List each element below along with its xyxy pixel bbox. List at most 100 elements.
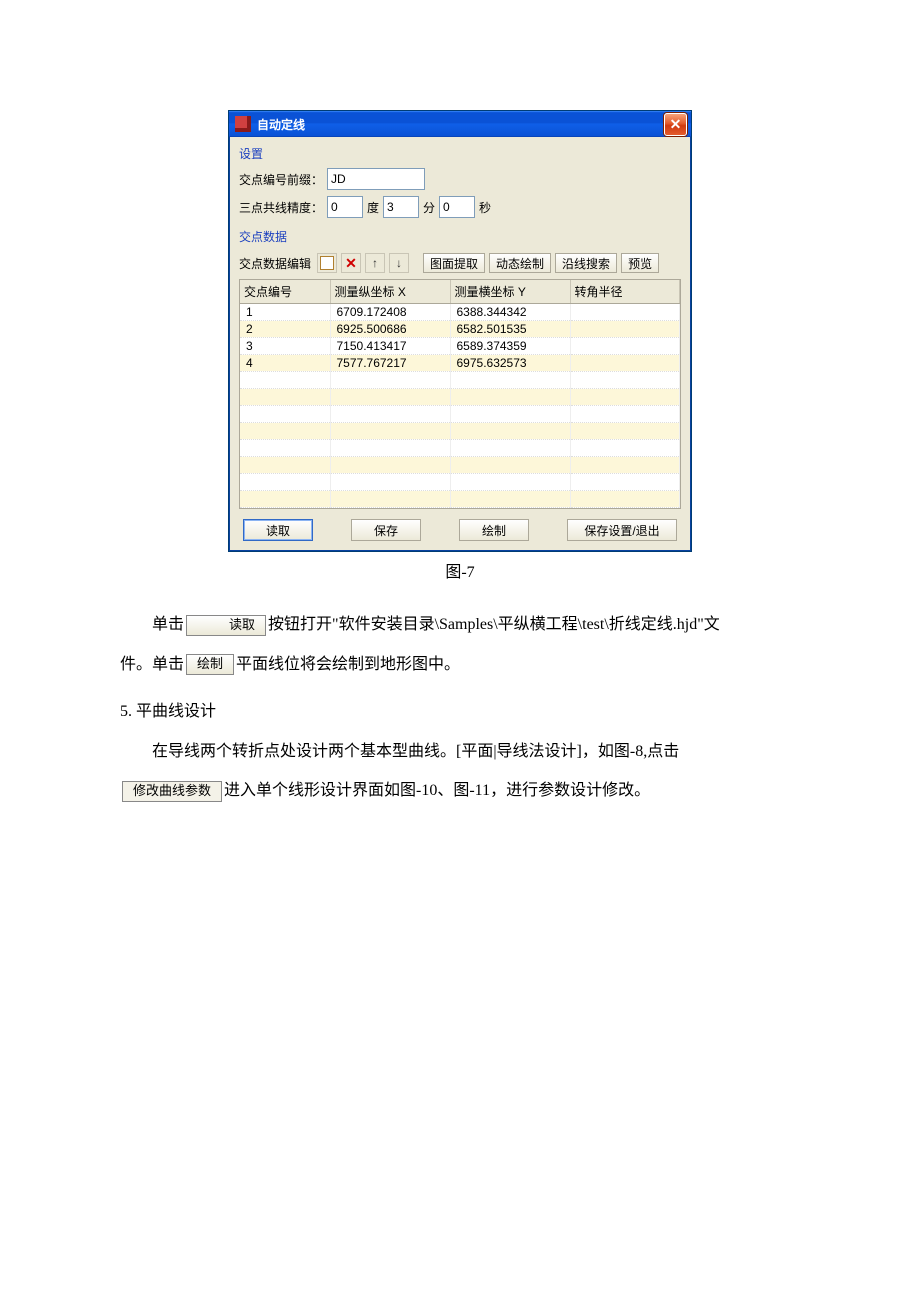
table-cell[interactable]: 6582.501535	[450, 321, 570, 338]
section-heading: 5. 平曲线设计	[120, 695, 800, 729]
document-body: 单击读取按钮打开"软件安装目录\Samples\平纵横工程\test\折线定线.…	[120, 608, 800, 808]
table-row[interactable]	[240, 372, 680, 389]
table-cell[interactable]	[570, 474, 680, 491]
move-up-button[interactable]: ↑	[365, 253, 385, 273]
table-cell[interactable]	[330, 406, 450, 423]
preview-button[interactable]: 预览	[621, 253, 659, 273]
table-cell[interactable]	[570, 457, 680, 474]
table-cell[interactable]	[450, 508, 570, 510]
table-cell[interactable]: 6388.344342	[450, 304, 570, 321]
table-cell[interactable]	[330, 508, 450, 510]
table-row[interactable]	[240, 389, 680, 406]
table-cell[interactable]: 3	[240, 338, 330, 355]
table-cell[interactable]	[570, 440, 680, 457]
table-row[interactable]	[240, 474, 680, 491]
table-row[interactable]	[240, 491, 680, 508]
col-x[interactable]: 测量纵坐标 X	[330, 280, 450, 304]
table-cell[interactable]: 6925.500686	[330, 321, 450, 338]
text: 单击	[152, 616, 184, 633]
table-cell[interactable]	[450, 474, 570, 491]
table-cell[interactable]	[330, 474, 450, 491]
read-button[interactable]: 读取	[243, 519, 313, 541]
table-cell[interactable]	[330, 440, 450, 457]
app-icon	[235, 116, 251, 132]
table-row[interactable]	[240, 423, 680, 440]
table-row[interactable]: 26925.5006866582.501535	[240, 321, 680, 338]
table-cell[interactable]	[570, 491, 680, 508]
table-cell[interactable]	[240, 440, 330, 457]
table-cell[interactable]	[240, 474, 330, 491]
prefix-input[interactable]	[327, 168, 425, 190]
table-row[interactable]: 37150.4134176589.374359	[240, 338, 680, 355]
table-cell[interactable]	[450, 406, 570, 423]
minute-input[interactable]	[383, 196, 419, 218]
close-button[interactable]: ✕	[664, 113, 687, 136]
arrow-up-icon: ↑	[372, 256, 378, 270]
table-cell[interactable]	[330, 423, 450, 440]
delete-row-button[interactable]: ✕	[341, 253, 361, 273]
table-cell[interactable]	[570, 321, 680, 338]
table-cell[interactable]	[450, 389, 570, 406]
table-cell[interactable]	[570, 355, 680, 372]
table-cell[interactable]	[570, 338, 680, 355]
col-y[interactable]: 测量横坐标 Y	[450, 280, 570, 304]
table-row[interactable]	[240, 440, 680, 457]
degree-input[interactable]	[327, 196, 363, 218]
table-cell[interactable]	[240, 508, 330, 510]
table-cell[interactable]	[450, 440, 570, 457]
table-cell[interactable]	[570, 304, 680, 321]
table-cell[interactable]	[450, 457, 570, 474]
table-row[interactable]: 47577.7672176975.632573	[240, 355, 680, 372]
table-cell[interactable]	[570, 406, 680, 423]
table-cell[interactable]	[570, 389, 680, 406]
save-exit-button[interactable]: 保存设置/退出	[567, 519, 677, 541]
table-cell[interactable]	[450, 491, 570, 508]
table-cell[interactable]	[240, 372, 330, 389]
table-cell[interactable]	[330, 457, 450, 474]
save-button[interactable]: 保存	[351, 519, 421, 541]
table-cell[interactable]	[330, 491, 450, 508]
table-cell[interactable]: 2	[240, 321, 330, 338]
table-cell[interactable]	[450, 372, 570, 389]
table-cell[interactable]: 7150.413417	[330, 338, 450, 355]
table-cell[interactable]	[240, 491, 330, 508]
table-cell[interactable]	[240, 457, 330, 474]
arrow-down-icon: ↓	[396, 256, 402, 270]
table-cell[interactable]	[240, 389, 330, 406]
dynamic-draw-button[interactable]: 动态绘制	[489, 253, 551, 273]
table-cell[interactable]	[570, 508, 680, 510]
table-cell[interactable]: 4	[240, 355, 330, 372]
table-row[interactable]	[240, 457, 680, 474]
table-cell[interactable]	[570, 372, 680, 389]
col-id[interactable]: 交点编号	[240, 280, 330, 304]
draw-button[interactable]: 绘制	[459, 519, 529, 541]
table-cell[interactable]: 6589.374359	[450, 338, 570, 355]
data-table[interactable]: 交点编号 测量纵坐标 X 测量横坐标 Y 转角半径 16709.17240863…	[239, 279, 681, 509]
table-row[interactable]	[240, 508, 680, 510]
table-cell[interactable]: 6709.172408	[330, 304, 450, 321]
table-cell[interactable]	[330, 372, 450, 389]
table-cell[interactable]: 1	[240, 304, 330, 321]
text: 平面线位将会绘制到地形图中。	[236, 656, 460, 673]
table-row[interactable]: 16709.1724086388.344342	[240, 304, 680, 321]
extract-button[interactable]: 图面提取	[423, 253, 485, 273]
prefix-label: 交点编号前缀：	[239, 171, 323, 188]
auto-alignment-dialog: 自动定线 ✕ 设置 交点编号前缀： 三点共线精度： 度 分	[228, 110, 692, 552]
second-input[interactable]	[439, 196, 475, 218]
table-row[interactable]	[240, 406, 680, 423]
new-row-button[interactable]	[317, 253, 337, 273]
table-cell[interactable]	[570, 423, 680, 440]
table-cell[interactable]	[450, 423, 570, 440]
col-r[interactable]: 转角半径	[570, 280, 680, 304]
table-cell[interactable]	[330, 389, 450, 406]
table-cell[interactable]	[240, 423, 330, 440]
inline-read-button: 读取	[186, 615, 266, 636]
table-cell[interactable]: 6975.632573	[450, 355, 570, 372]
move-down-button[interactable]: ↓	[389, 253, 409, 273]
table-cell[interactable]: 7577.767217	[330, 355, 450, 372]
edit-label: 交点数据编辑	[239, 255, 311, 272]
titlebar[interactable]: 自动定线 ✕	[229, 111, 691, 137]
search-along-button[interactable]: 沿线搜索	[555, 253, 617, 273]
new-icon	[320, 256, 334, 270]
table-cell[interactable]	[240, 406, 330, 423]
